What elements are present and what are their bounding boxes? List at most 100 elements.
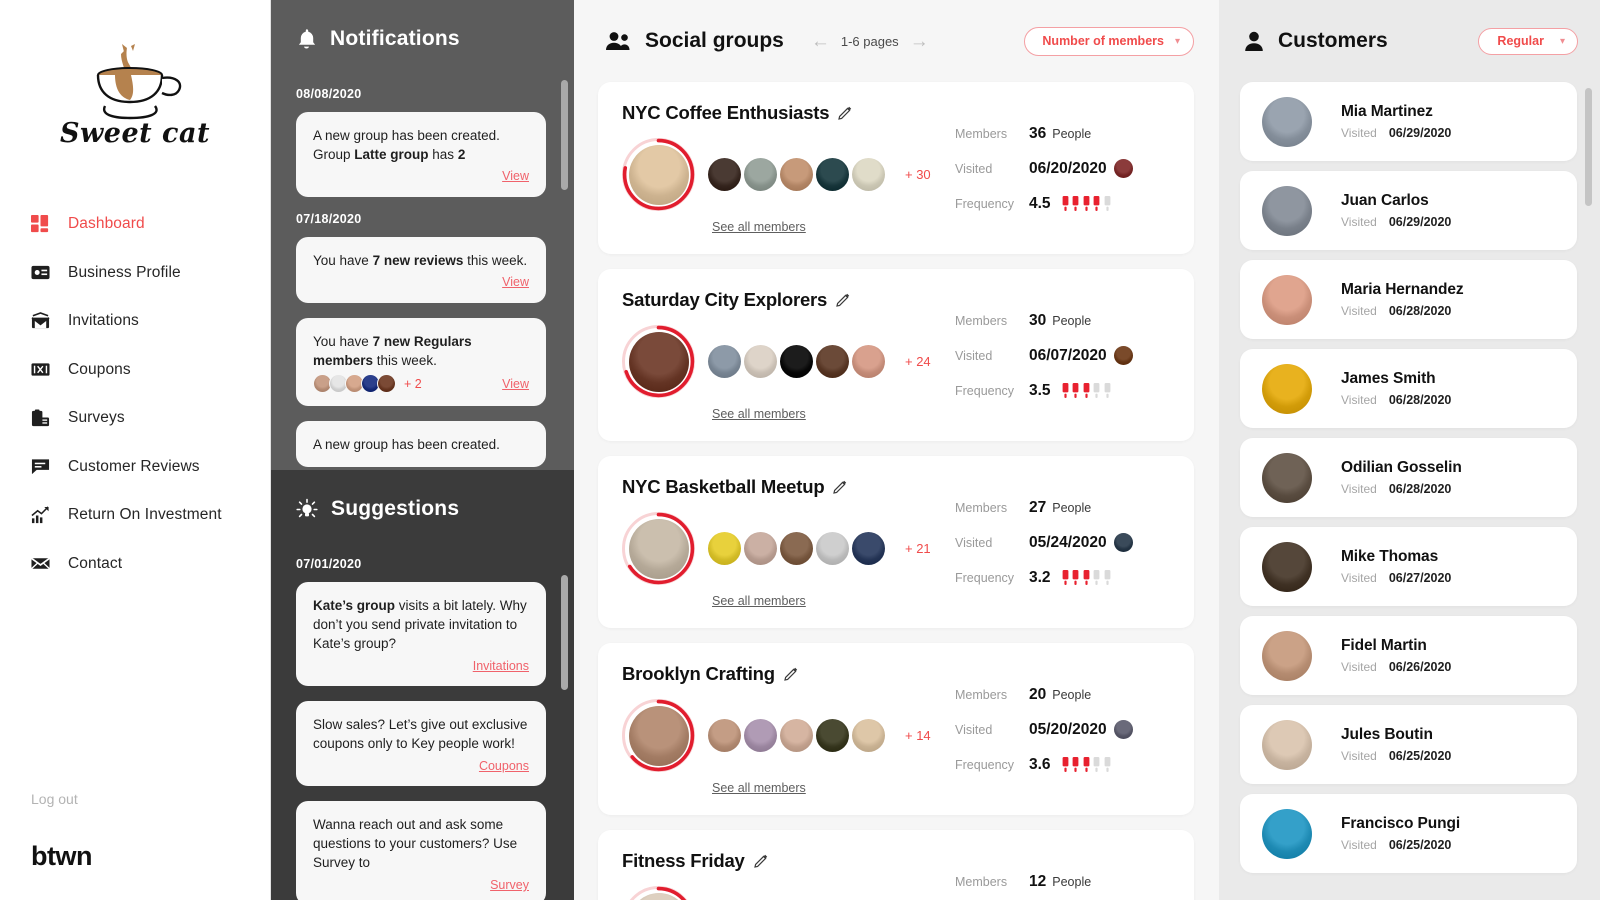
suggestion-action-link[interactable]: Invitations bbox=[473, 659, 529, 673]
suggestions-scrollbar-thumb[interactable] bbox=[561, 575, 568, 690]
arrow-right-icon[interactable]: → bbox=[910, 32, 929, 51]
suggestion-action-link[interactable]: Coupons bbox=[479, 759, 529, 773]
pencil-edit-icon[interactable] bbox=[833, 480, 847, 494]
sidebar-item-label: Customer Reviews bbox=[68, 457, 200, 475]
notification-date-label: 07/18/2020 bbox=[296, 212, 362, 226]
customer-list-item[interactable]: Fidel Martin Visited 06/26/2020 bbox=[1240, 616, 1577, 695]
social-group-name: NYC Basketball Meetup bbox=[622, 476, 825, 497]
social-group-card[interactable]: NYC Basketball Meetup + 21 See all members… bbox=[598, 456, 1194, 628]
frequency-cup-icon bbox=[1104, 383, 1111, 398]
customer-list-item[interactable]: James Smith Visited 06/28/2020 bbox=[1240, 349, 1577, 428]
sidebar-item-surveys[interactable]: Surveys bbox=[0, 405, 270, 431]
suggestion-card[interactable]: Slow sales? Let’s give out exclusive cou… bbox=[296, 701, 546, 786]
sidebar-item-dashboard[interactable]: Dashboard bbox=[0, 211, 270, 237]
stat-label: Visited bbox=[955, 535, 993, 550]
frequency-cup-icon bbox=[1083, 196, 1090, 211]
logout-button[interactable]: Log out bbox=[31, 791, 270, 807]
avatar bbox=[1113, 720, 1133, 739]
pencil-edit-icon[interactable] bbox=[753, 854, 768, 868]
pencil-edit-icon[interactable] bbox=[784, 667, 798, 681]
stat-label: Visited bbox=[955, 348, 993, 363]
sidebar-item-return-on-investment[interactable]: Return On Investment bbox=[0, 502, 270, 528]
notification-view-link[interactable]: View bbox=[502, 377, 529, 391]
notification-view-link[interactable]: View bbox=[502, 275, 529, 289]
social-group-title-row: Saturday City Explorers bbox=[622, 289, 955, 311]
frequency-rating bbox=[1062, 757, 1111, 772]
suggestion-date-label: 07/01/2020 bbox=[296, 557, 362, 571]
social-group-members-row: + 21 bbox=[622, 512, 955, 585]
visited-date: 06/29/2020 bbox=[1388, 215, 1452, 229]
member-avatar-stack: + 14 bbox=[708, 719, 931, 752]
see-all-members-link[interactable]: See all members bbox=[712, 220, 955, 234]
see-all-members-link[interactable]: See all members bbox=[712, 781, 955, 795]
arrow-left-icon[interactable]: ← bbox=[811, 32, 830, 51]
suggestions-list[interactable]: 07/01/2020 Kate’s group visits a bit late… bbox=[271, 557, 574, 900]
customers-scrollbar-thumb[interactable] bbox=[1585, 88, 1592, 206]
avatar bbox=[1262, 452, 1312, 503]
customers-panel: Customers Regular ▾ Mia Martinez Visited 0… bbox=[1219, 0, 1600, 900]
sidebar-item-customer-reviews[interactable]: Customer Reviews bbox=[0, 454, 270, 480]
suggestion-card[interactable]: Kate’s group visits a bit lately. Why do… bbox=[296, 582, 546, 686]
pencil-edit-icon[interactable] bbox=[836, 293, 850, 307]
customer-list-item[interactable]: Jules Boutin Visited 06/25/2020 bbox=[1240, 705, 1577, 784]
sidebar-item-business-profile[interactable]: Business Profile bbox=[0, 260, 270, 286]
body-text: Wanna reach out and ask some questions t… bbox=[313, 817, 518, 870]
envelope-icon bbox=[31, 557, 50, 570]
social-group-members-row: + 24 bbox=[622, 325, 955, 398]
stat-visited: Visited 05/24/2020 bbox=[955, 533, 1170, 552]
frequency-cup-icon bbox=[1083, 383, 1090, 398]
notification-card[interactable]: A new group has been created. bbox=[296, 421, 546, 467]
pencil-edit-icon[interactable] bbox=[838, 106, 852, 120]
notification-card[interactable]: You have 7 new Regulars members this wee… bbox=[296, 318, 546, 406]
see-all-members-link[interactable]: See all members bbox=[712, 594, 955, 608]
notification-text: You have 7 new reviews this week. bbox=[313, 251, 529, 270]
customer-list-item[interactable]: Maria Hernandez Visited 06/28/2020 bbox=[1240, 260, 1577, 339]
people-group-icon bbox=[606, 32, 630, 50]
social-group-card[interactable]: Brooklyn Crafting + 14 See all members Memb… bbox=[598, 643, 1194, 815]
social-group-name: Fitness Friday bbox=[622, 850, 745, 871]
notifications-suggestions-column: Notifications 08/08/2020 A new group has … bbox=[271, 0, 574, 900]
social-group-card[interactable]: Fitness Friday+ 6See all membersMembers1… bbox=[598, 830, 1194, 900]
social-group-members-row: + 30 bbox=[622, 138, 955, 211]
bell-icon bbox=[298, 28, 316, 48]
customer-list-item[interactable]: Odilian Gosselin Visited 06/28/2020 bbox=[1240, 438, 1577, 517]
social-group-card[interactable]: NYC Coffee Enthusiasts + 30 See all member… bbox=[598, 82, 1194, 254]
visited-label: Visited bbox=[1341, 304, 1377, 318]
suggestions-panel: Suggestions 07/01/2020 Kate’s group visit… bbox=[271, 470, 574, 900]
notification-avatar-row: + 2 bbox=[313, 374, 422, 393]
frequency-rating bbox=[1062, 570, 1111, 585]
customer-name: Juan Carlos bbox=[1341, 192, 1429, 209]
customer-list-item[interactable]: Juan Carlos Visited 06/29/2020 bbox=[1240, 171, 1577, 250]
customer-list-item[interactable]: Mia Martinez Visited 06/29/2020 bbox=[1240, 82, 1577, 161]
customer-list-item[interactable]: Francisco Pungi Visited 06/25/2020 bbox=[1240, 794, 1577, 873]
stat-frequency: Frequency 4.5 bbox=[955, 194, 1170, 213]
group-lead-avatar-ring bbox=[622, 512, 695, 585]
sidebar-item-coupons[interactable]: Coupons bbox=[0, 357, 270, 383]
notifications-list[interactable]: 08/08/2020 A new group has been created. … bbox=[271, 87, 574, 467]
sort-dropdown[interactable]: Number of members ▾ bbox=[1024, 26, 1194, 56]
stat-label: Members bbox=[955, 126, 1008, 141]
stat-label: Frequency bbox=[955, 757, 1015, 772]
sidebar-item-contact[interactable]: Contact bbox=[0, 551, 270, 577]
notification-card[interactable]: You have 7 new reviews this week. View bbox=[296, 237, 546, 303]
social-group-card[interactable]: Saturday City Explorers + 24 See all membe… bbox=[598, 269, 1194, 441]
customers-filter-dropdown[interactable]: Regular ▾ bbox=[1478, 27, 1578, 55]
stat-visited: Visited 06/07/2020 bbox=[955, 346, 1170, 365]
suggestion-action-link[interactable]: Survey bbox=[490, 878, 529, 892]
avatar bbox=[852, 719, 885, 752]
highlight-text: 7 new reviews bbox=[372, 253, 464, 268]
see-all-members-link[interactable]: See all members bbox=[712, 407, 955, 421]
customer-list-item[interactable]: Mike Thomas Visited 06/27/2020 bbox=[1240, 527, 1577, 606]
frequency-cup-icon bbox=[1062, 196, 1069, 211]
suggestion-card[interactable]: Wanna reach out and ask some questions t… bbox=[296, 801, 546, 900]
notification-card[interactable]: A new group has been created. Group Latt… bbox=[296, 112, 546, 197]
notification-view-link[interactable]: View bbox=[502, 169, 529, 183]
suggestion-text: Kate’s group visits a bit lately. Why do… bbox=[313, 596, 529, 653]
avatar bbox=[1113, 533, 1133, 552]
stat-frequency: Frequency 3.5 bbox=[955, 381, 1170, 400]
notifications-scrollbar-thumb[interactable] bbox=[561, 80, 568, 190]
customer-visited-row: Visited 06/25/2020 bbox=[1341, 749, 1451, 763]
sidebar: Sweet cat Dashboard Business Profile Inv… bbox=[0, 0, 271, 900]
body-text: A new group has been created. bbox=[313, 437, 500, 452]
sidebar-item-invitations[interactable]: Invitations bbox=[0, 308, 270, 334]
